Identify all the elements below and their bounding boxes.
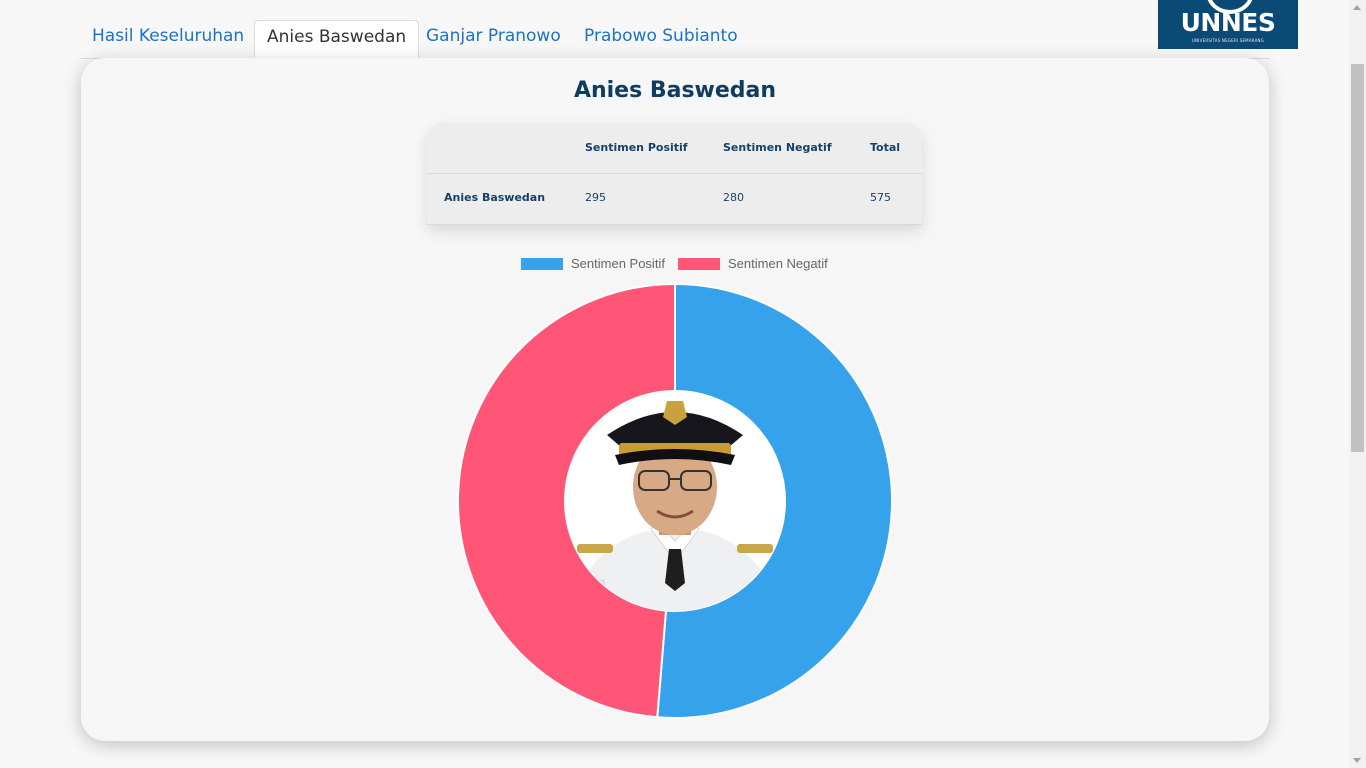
- table-header-cell: Sentimen Negatif: [723, 141, 832, 154]
- tab-hasil-keseluruhan[interactable]: Hasil Keseluruhan: [80, 20, 256, 58]
- legend-swatch-negatif: [678, 258, 720, 270]
- chart-legend: Sentimen Positif Sentimen Negatif: [521, 256, 841, 272]
- page: Hasil Keseluruhan Anies Baswedan Ganjar …: [0, 0, 1366, 768]
- chart-card: Anies Baswedan Sentimen Positif Sentimen…: [81, 58, 1269, 741]
- scroll-up-arrow-icon[interactable]: [1353, 5, 1361, 10]
- scroll-thumb[interactable]: [1351, 64, 1364, 452]
- tab-prabowo-subianto[interactable]: Prabowo Subianto: [572, 20, 750, 58]
- card-title: Anies Baswedan: [573, 78, 777, 103]
- sentiment-table: Sentimen Positif Sentimen Negatif Total …: [427, 123, 922, 225]
- tab-ganjar-pranowo[interactable]: Ganjar Pranowo: [414, 20, 573, 58]
- legend-swatch-positif: [521, 258, 563, 270]
- table-cell: 280: [723, 191, 744, 204]
- table-cell: Anies Baswedan: [444, 191, 546, 204]
- vertical-scrollbar[interactable]: [1349, 0, 1366, 768]
- table-header-row: Sentimen Positif Sentimen Negatif Total: [427, 123, 922, 174]
- logo-subtitle: UNIVERSITAS NEGERI SEMARANG: [1191, 38, 1265, 43]
- portrait-icon: [565, 391, 785, 611]
- scroll-down-arrow-icon[interactable]: [1353, 758, 1361, 763]
- table-header-cell: Total: [870, 141, 901, 154]
- tab-bar: Hasil Keseluruhan Anies Baswedan Ganjar …: [80, 20, 1270, 59]
- candidate-photo: [565, 391, 785, 611]
- table-row: Anies Baswedan 295 280 575: [427, 173, 922, 223]
- table-header-cell: Sentimen Positif: [585, 141, 688, 154]
- tab-anies-baswedan[interactable]: Anies Baswedan: [254, 20, 420, 58]
- table-cell: 295: [585, 191, 606, 204]
- unnes-logo: UNNES UNIVERSITAS NEGERI SEMARANG: [1158, 0, 1298, 49]
- legend-label: Sentimen Negatif: [728, 256, 828, 271]
- legend-label: Sentimen Positif: [571, 256, 665, 271]
- logo-text: UNNES: [1180, 8, 1276, 37]
- table-cell: 575: [870, 191, 891, 204]
